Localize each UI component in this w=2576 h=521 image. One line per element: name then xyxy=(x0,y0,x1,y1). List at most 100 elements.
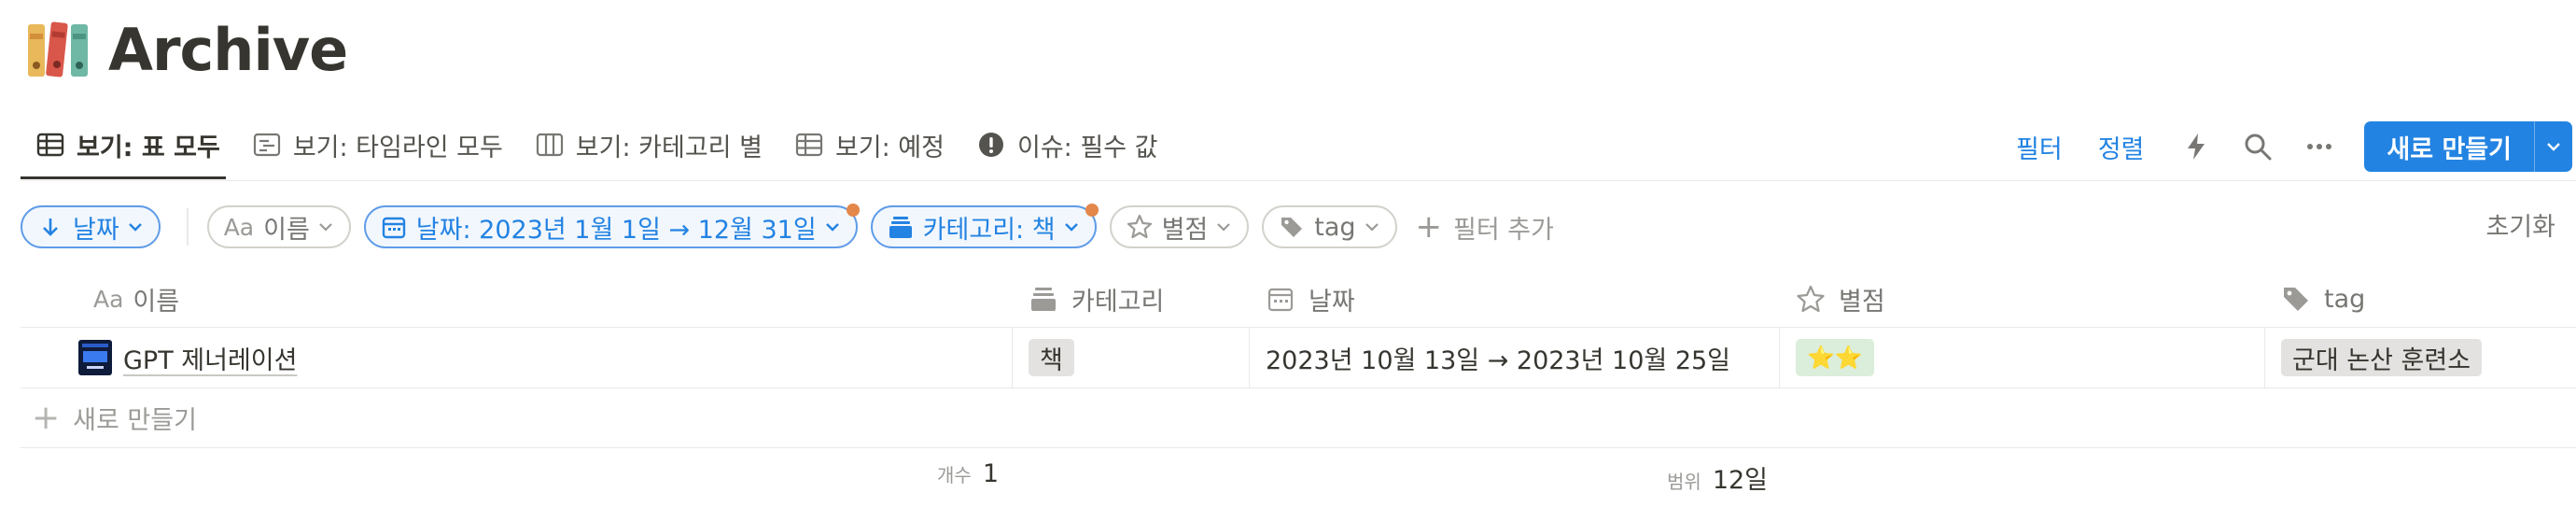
sort-chip-label: 날짜 xyxy=(73,215,119,245)
page-title: Archive xyxy=(108,16,348,84)
table-row[interactable]: GPT 제너레이션 책 2023년 10월 13일 → 2023년 10월 25… xyxy=(21,328,2576,388)
column-header-label: 날짜 xyxy=(1309,287,1355,317)
add-filter-label: 필터 추가 xyxy=(1453,215,1554,245)
active-filter-dot xyxy=(846,204,860,217)
text-property-icon: Aa xyxy=(93,285,124,313)
new-row-button[interactable]: + 새로 만들기 xyxy=(21,388,2576,448)
lightning-icon[interactable] xyxy=(2179,130,2213,163)
rating-tag: ⭐⭐ xyxy=(1796,339,1874,376)
alert-icon xyxy=(979,133,1003,157)
column-header-category[interactable]: 카테고리 xyxy=(1029,271,1164,327)
row-tag-cell[interactable]: 군대 논산 훈련소 xyxy=(2281,328,2483,387)
category-filter-label: 카테고리: 책 xyxy=(922,215,1056,245)
cell-divider xyxy=(1249,328,1250,387)
range-label: 범위 xyxy=(1667,471,1701,493)
cell-divider xyxy=(2264,328,2265,387)
plus-icon: + xyxy=(32,399,61,437)
new-button-dropdown[interactable] xyxy=(2534,121,2572,172)
sort-button[interactable]: 정렬 xyxy=(2098,129,2145,165)
active-filter-dot xyxy=(1085,204,1099,217)
star-icon xyxy=(1797,285,1825,313)
column-header-label: 카테고리 xyxy=(1071,287,1165,317)
active-tab-underline xyxy=(21,176,226,179)
search-icon[interactable] xyxy=(2241,130,2275,163)
range-value: 12일 xyxy=(1712,466,1769,495)
column-header-label: tag xyxy=(2324,284,2366,314)
arrow-down-icon xyxy=(43,218,58,236)
chevron-down-icon xyxy=(2547,143,2560,151)
table-icon xyxy=(795,133,823,157)
stack-icon xyxy=(889,217,912,238)
tab-label: 보기: 예정 xyxy=(834,133,945,162)
chevron-down-icon xyxy=(128,223,142,232)
row-category-cell[interactable]: 책 xyxy=(1029,328,1074,387)
new-button[interactable]: 새로 만들기 xyxy=(2364,121,2572,172)
date-filter-label: 날짜: 2023년 1월 1일 → 12월 31일 xyxy=(415,215,817,245)
calendar-icon xyxy=(382,217,405,239)
add-filter-button[interactable]: + 필터 추가 xyxy=(1416,208,1554,246)
chevron-down-icon xyxy=(1064,223,1078,232)
toolbar: 필터 정렬 새로 만들기 xyxy=(2016,121,2576,172)
tag-pill: 군대 논산 훈련소 xyxy=(2281,339,2483,376)
view-tabs: 보기: 표 모두 보기: 타임라인 모두 보기: 카테고리 별 보기: 예정 이… xyxy=(21,121,1174,177)
table-header: Aa 이름 카테고리 날짜 별점 tag xyxy=(21,271,2576,328)
tab-board-by-category[interactable]: 보기: 카테고리 별 xyxy=(520,121,777,168)
new-row-label: 새로 만들기 xyxy=(73,406,197,435)
category-tag: 책 xyxy=(1029,339,1074,376)
divider xyxy=(21,180,2576,181)
reset-filters-button[interactable]: 초기화 xyxy=(2485,206,2555,243)
rating-filter-chip[interactable]: 별점 xyxy=(1109,205,1250,248)
rating-filter-label: 별점 xyxy=(1161,215,1209,245)
board-icon xyxy=(536,133,563,157)
tab-label: 보기: 타임라인 모두 xyxy=(292,133,503,162)
timeline-icon xyxy=(253,133,280,157)
stack-icon xyxy=(1031,288,1056,311)
count-summary[interactable]: 개수 1 xyxy=(937,459,999,488)
column-header-date[interactable]: 날짜 xyxy=(1266,271,1355,327)
tab-issue-required[interactable]: 이슈: 필수 값 xyxy=(961,121,1172,168)
column-header-tag[interactable]: tag xyxy=(2281,271,2365,327)
column-header-rating[interactable]: 별점 xyxy=(1796,271,1885,327)
tag-icon xyxy=(1281,218,1303,237)
tag-filter-chip[interactable]: tag xyxy=(1262,205,1397,248)
row-rating-cell[interactable]: ⭐⭐ xyxy=(1796,328,1874,387)
row-date-cell[interactable]: 2023년 10월 13일 → 2023년 10월 25일 xyxy=(1266,328,1730,387)
chevron-down-icon xyxy=(825,223,839,232)
chevron-down-icon xyxy=(1365,223,1379,232)
tab-label: 보기: 카테고리 별 xyxy=(575,133,763,162)
tab-timeline-all[interactable]: 보기: 타임라인 모두 xyxy=(237,121,518,168)
row-name-cell[interactable]: GPT 제너레이션 xyxy=(78,328,297,387)
cell-divider xyxy=(1779,328,1780,387)
name-filter-chip[interactable]: Aa 이름 xyxy=(206,205,351,248)
tab-scheduled[interactable]: 보기: 예정 xyxy=(779,121,959,168)
column-header-name[interactable]: Aa 이름 xyxy=(93,271,179,327)
more-icon[interactable] xyxy=(2303,130,2336,163)
filter-button[interactable]: 필터 xyxy=(2016,129,2063,165)
tag-icon xyxy=(2284,288,2308,311)
divider xyxy=(186,208,189,246)
plus-icon: + xyxy=(1415,208,1443,246)
book-cover-icon xyxy=(78,340,112,375)
tag-filter-label: tag xyxy=(1314,212,1356,242)
tab-label: 보기: 표 모두 xyxy=(77,133,220,162)
category-filter-chip[interactable]: 카테고리: 책 xyxy=(870,204,1099,248)
table-icon xyxy=(36,133,64,157)
new-button-label[interactable]: 새로 만들기 xyxy=(2364,121,2534,172)
column-header-label: 이름 xyxy=(133,287,180,317)
chevron-down-icon xyxy=(319,223,332,232)
range-summary[interactable]: 범위 12일 xyxy=(1667,459,1768,496)
row-name[interactable]: GPT 제너레이션 xyxy=(123,340,297,376)
filter-bar: 날짜 Aa 이름 날짜: 2023년 1월 1일 → 12월 31일 카테고리:… xyxy=(21,204,1554,250)
column-header-label: 별점 xyxy=(1839,287,1885,317)
sort-chip[interactable]: 날짜 xyxy=(21,205,161,248)
name-filter-label: 이름 xyxy=(263,215,310,245)
count-label: 개수 xyxy=(937,464,972,486)
cell-divider xyxy=(1012,328,1013,387)
tab-table-all[interactable]: 보기: 표 모두 xyxy=(21,121,235,168)
star-icon xyxy=(1127,214,1152,239)
books-icon xyxy=(28,21,88,77)
calendar-icon xyxy=(1267,288,1294,312)
tab-label: 이슈: 필수 값 xyxy=(1017,133,1158,162)
date-filter-chip[interactable]: 날짜: 2023년 1월 1일 → 12월 31일 xyxy=(363,204,860,248)
chevron-down-icon xyxy=(1217,223,1231,232)
